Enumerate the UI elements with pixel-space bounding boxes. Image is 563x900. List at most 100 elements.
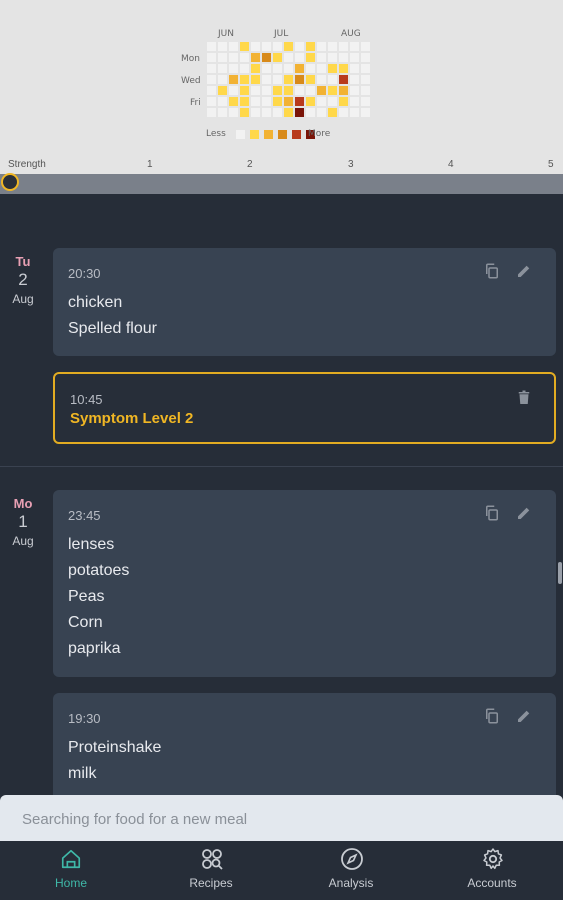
heatmap-legend-swatch (236, 130, 245, 139)
heatmap-legend-swatch (264, 130, 273, 139)
symptom-heatmap (207, 42, 370, 139)
gear-icon (483, 848, 503, 870)
heatmap-legend-less: Less (206, 129, 226, 139)
heatmap-cell (273, 53, 282, 62)
strength-slider-handle[interactable] (1, 173, 19, 191)
heatmap-month-label: JUN (218, 29, 234, 39)
edit-icon[interactable] (515, 504, 533, 522)
heatmap-cell (361, 42, 370, 51)
copy-icon[interactable] (483, 504, 501, 522)
heatmap-cell (218, 53, 227, 62)
nav-label: Home (54, 876, 87, 890)
heatmap-cell (207, 86, 216, 95)
heatmap-cell (339, 75, 348, 84)
strength-tick: 5 (548, 159, 554, 170)
edit-icon[interactable] (515, 707, 533, 725)
heatmap-cell (240, 108, 249, 117)
heatmap-cell (361, 75, 370, 84)
heatmap-cell (273, 108, 282, 117)
list-scrollbar[interactable] (558, 562, 562, 584)
meal-card[interactable]: 20:30 chicken Spelled flour (53, 248, 556, 356)
recipes-icon (202, 849, 223, 870)
meal-card[interactable]: 23:45 lenses potatoes Peas Corn paprika (53, 490, 556, 677)
heatmap-cell (328, 97, 337, 106)
symptom-card[interactable]: 10:45 Symptom Level 2 (53, 372, 556, 444)
meal-time: 23:45 (68, 508, 101, 523)
copy-icon[interactable] (483, 707, 501, 725)
heatmap-cell (273, 75, 282, 84)
heatmap-cell (361, 86, 370, 95)
heatmap-cell (262, 53, 271, 62)
heatmap-cell (317, 42, 326, 51)
heatmap-cell (328, 53, 337, 62)
heatmap-cell (284, 86, 293, 95)
heatmap-cell (262, 42, 271, 51)
heatmap-cell (273, 64, 282, 73)
heatmap-cell (361, 108, 370, 117)
heatmap-cell (339, 64, 348, 73)
heatmap-day-label: Mon (181, 54, 200, 64)
heatmap-cell (218, 108, 227, 117)
heatmap-cell (317, 97, 326, 106)
heatmap-cell (317, 64, 326, 73)
heatmap-cell (284, 64, 293, 73)
heatmap-cell (306, 97, 315, 106)
heatmap-cell (207, 53, 216, 62)
heatmap-cell (240, 86, 249, 95)
heatmap-cell (207, 97, 216, 106)
nav-label: Analysis (328, 876, 374, 890)
edit-icon[interactable] (515, 262, 533, 280)
day-of-week: Mo (13, 496, 33, 511)
heatmap-cell (207, 108, 216, 117)
heatmap-cell (262, 97, 271, 106)
copy-icon[interactable] (483, 262, 501, 280)
day-number: 2 (18, 270, 28, 289)
heatmap-cell (251, 97, 260, 106)
heatmap-cell (328, 108, 337, 117)
heatmap-cell (207, 42, 216, 51)
heatmap-cell (317, 53, 326, 62)
strength-tick: 2 (247, 159, 253, 170)
heatmap-cell (328, 75, 337, 84)
heatmap-cell (207, 75, 216, 84)
heatmap-cell (317, 75, 326, 84)
day-month: Aug (12, 534, 34, 548)
meal-item: potatoes (68, 562, 130, 579)
day-month: Aug (12, 292, 34, 306)
heatmap-cell (295, 42, 304, 51)
strength-tick: 4 (448, 159, 454, 170)
food-search-bar[interactable] (0, 795, 563, 843)
heatmap-cell (229, 97, 238, 106)
meal-item: Spelled flour (68, 320, 157, 337)
heatmap-cell (240, 42, 249, 51)
heatmap-cell (251, 75, 260, 84)
heatmap-cell (350, 64, 359, 73)
home-icon (61, 849, 81, 869)
heatmap-cell (218, 42, 227, 51)
food-search-input[interactable] (20, 795, 544, 843)
heatmap-cell (306, 86, 315, 95)
meal-item: Peas (68, 588, 105, 605)
heatmap-cell (218, 75, 227, 84)
nav-recipes[interactable]: Recipes (141, 841, 281, 900)
heatmap-cell (295, 97, 304, 106)
heatmap-cell (284, 97, 293, 106)
nav-analysis[interactable]: Analysis (281, 841, 421, 900)
meal-card[interactable]: 19:30 Proteinshake milk (53, 693, 556, 803)
nav-label: Accounts (467, 876, 517, 890)
strength-slider-track[interactable] (0, 174, 563, 194)
symptom-heatmap-panel: JUN JUL AUG Mon Wed Fri Less More Streng… (0, 0, 563, 176)
heatmap-legend-swatch (278, 130, 287, 139)
trash-icon[interactable] (515, 389, 533, 407)
heatmap-cell (295, 75, 304, 84)
heatmap-cell (262, 86, 271, 95)
heatmap-cell (251, 108, 260, 117)
heatmap-cell (284, 75, 293, 84)
nav-accounts[interactable]: Accounts (422, 841, 562, 900)
heatmap-cell (240, 75, 249, 84)
heatmap-cell (273, 42, 282, 51)
heatmap-cell (328, 64, 337, 73)
nav-home[interactable]: Home (1, 841, 141, 900)
strength-tick: 3 (348, 159, 354, 170)
heatmap-cell (295, 108, 304, 117)
